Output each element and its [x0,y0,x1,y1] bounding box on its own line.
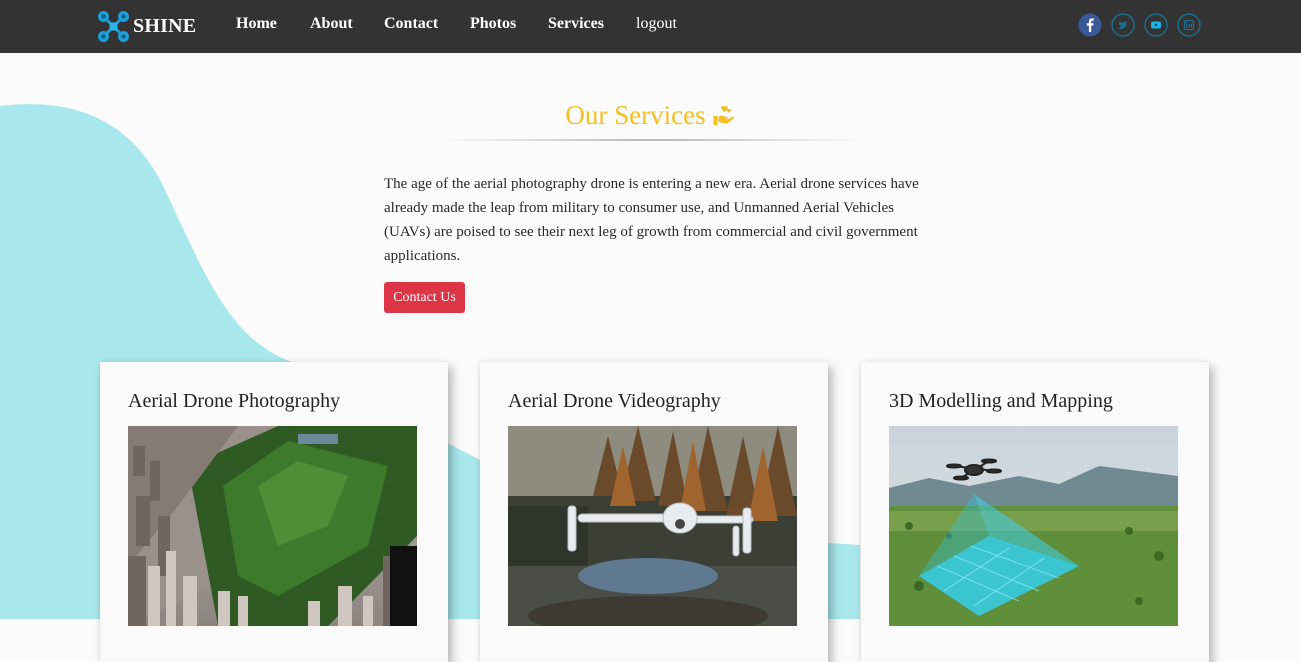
service-card-photography[interactable]: Aerial Drone Photography [100,362,448,662]
title-divider [440,139,865,141]
contact-us-button[interactable]: Contact Us [384,282,465,313]
nav-home-link[interactable]: Home [236,15,277,33]
drone-in-forest-photo [508,426,797,626]
city-park-aerial-photo [128,426,417,626]
card-title: 3D Modelling and Mapping [889,390,1113,412]
nav-contact-link[interactable]: Contact [384,15,438,33]
services-description: The age of the aerial photography drone … [384,176,919,264]
drone-logo-icon [98,10,129,42]
top-navbar: SHINE Home About Contact Photos Services… [0,0,1301,53]
service-card-mapping[interactable]: 3D Modelling and Mapping [861,362,1209,662]
nav-about-link[interactable]: About [310,15,353,33]
drone-mapping-field-photo [889,426,1178,626]
facebook-icon[interactable] [1078,13,1102,37]
brand-home-link[interactable]: SHINE [97,9,196,43]
twitter-icon[interactable] [1111,13,1135,37]
linkedin-icon[interactable] [1177,13,1201,37]
hand-heart-icon [713,105,734,125]
nav-photos-link[interactable]: Photos [470,15,516,33]
nav-logout-link[interactable]: logout [636,15,677,33]
service-card-videography[interactable]: Aerial Drone Videography [480,362,828,662]
vimeo-icon[interactable] [1144,13,1168,37]
nav-services-link[interactable]: Services [548,15,604,33]
card-title: Aerial Drone Videography [508,390,721,412]
page-title: Our Services [565,100,706,130]
services-heading: Our Services [0,100,1301,131]
brand-name: SHINE [133,14,197,37]
card-title: Aerial Drone Photography [128,390,341,412]
